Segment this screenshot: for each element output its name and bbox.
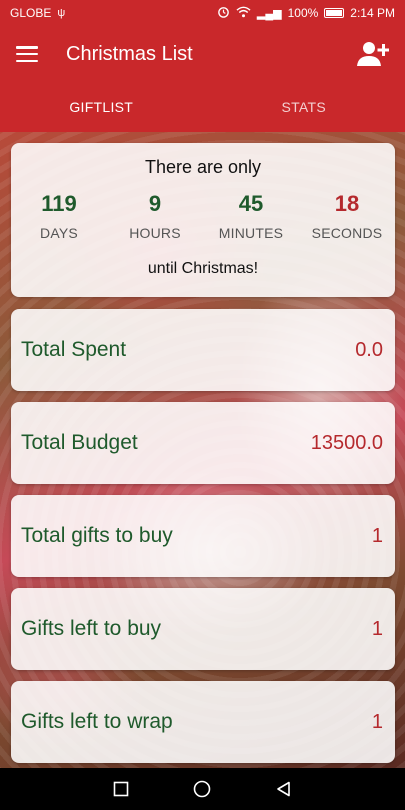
countdown-days: 119 DAYS [11, 191, 107, 241]
gifts-left-to-buy-card[interactable]: Gifts left to buy 1 [11, 588, 395, 670]
countdown-card: There are only 119 DAYS 9 HOURS 45 MINUT… [11, 143, 395, 297]
countdown-seconds: 18 SECONDS [299, 191, 395, 241]
hours-label: HOURS [129, 225, 181, 241]
tab-giftlist[interactable]: GIFTLIST [0, 82, 203, 132]
countdown-footer: until Christmas! [147, 260, 259, 277]
status-bar: GLOBE ψ ▂▄▆ 100% 2:14 PM [0, 0, 405, 26]
stat-value: 1 [371, 524, 383, 547]
tab-bar: GIFTLIST STATS [0, 82, 405, 132]
tab-stats[interactable]: STATS [203, 82, 405, 132]
stat-label: Total Spent [21, 338, 127, 361]
system-nav-bar [0, 768, 405, 810]
signal-icon: ▂▄▆ [256, 7, 282, 20]
add-user-icon[interactable] [357, 40, 389, 68]
days-label: DAYS [40, 225, 78, 241]
stat-value: 13500.0 [310, 431, 383, 454]
countdown-units: 119 DAYS 9 HOURS 45 MINUTES 18 SECONDS [11, 191, 395, 241]
countdown-minutes: 45 MINUTES [203, 191, 299, 241]
total-spent-card[interactable]: Total Spent 0.0 [11, 309, 395, 391]
gifts-left-to-wrap-card[interactable]: Gifts left to wrap 1 [11, 681, 395, 763]
stat-label: Gifts left to wrap [21, 710, 173, 733]
minutes-label: MINUTES [218, 225, 284, 241]
minutes-value: 45 [238, 191, 264, 216]
hours-value: 9 [148, 191, 162, 216]
battery-percent: 100% [287, 6, 319, 20]
home-icon[interactable] [182, 769, 222, 809]
stat-label: Total gifts to buy [21, 524, 173, 547]
carrier-label: GLOBE [10, 6, 52, 20]
recents-icon[interactable] [101, 769, 141, 809]
stat-value: 1 [371, 710, 383, 733]
total-budget-card[interactable]: Total Budget 13500.0 [11, 402, 395, 484]
app-bar: Christmas List [0, 26, 405, 82]
stat-label: Gifts left to buy [21, 617, 162, 640]
hamburger-icon[interactable] [16, 46, 38, 62]
total-gifts-card[interactable]: Total gifts to buy 1 [11, 495, 395, 577]
stat-value: 1 [371, 617, 383, 640]
countdown-hours: 9 HOURS [107, 191, 203, 241]
wifi-icon [236, 6, 251, 21]
seconds-value: 18 [334, 191, 360, 216]
app-title: Christmas List [66, 42, 193, 65]
stat-value: 0.0 [355, 338, 383, 361]
countdown-heading: There are only [144, 157, 262, 177]
alarm-icon [217, 5, 230, 21]
seconds-label: SECONDS [311, 225, 383, 241]
stat-label: Total Budget [21, 431, 138, 454]
battery-icon [324, 8, 345, 18]
days-value: 119 [41, 191, 77, 216]
usb-icon: ψ [57, 7, 66, 19]
back-icon[interactable] [264, 769, 304, 809]
clock: 2:14 PM [350, 6, 395, 20]
